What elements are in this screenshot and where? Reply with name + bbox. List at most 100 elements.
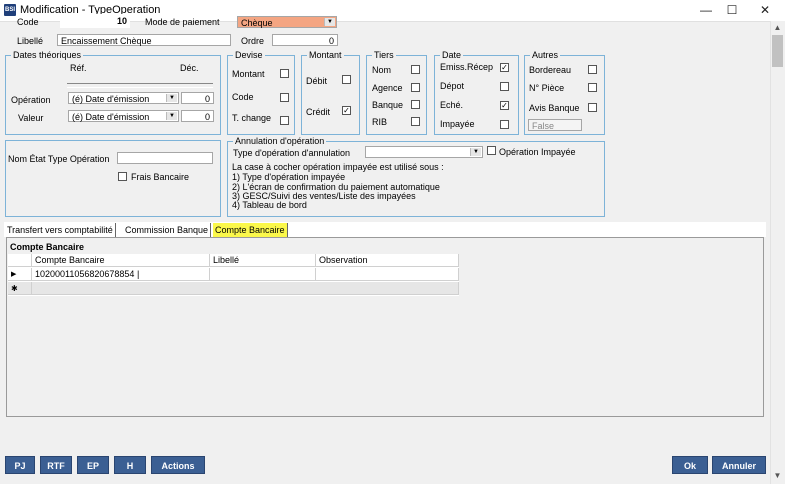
eche-label: Eché. <box>440 100 464 110</box>
devise-code-checkbox[interactable] <box>280 93 289 102</box>
minimize-button[interactable]: — <box>693 1 719 20</box>
tiers-agence-checkbox[interactable] <box>411 83 420 92</box>
dec-header: Déc. <box>180 63 199 73</box>
bordereau-label: Bordereau <box>529 65 572 75</box>
libelle-label: Libellé <box>17 36 44 46</box>
maximize-button[interactable]: ☐ <box>719 1 745 20</box>
impayee-checkbox[interactable] <box>500 120 509 129</box>
valeur-date-value: (é) Date d'émission <box>72 112 150 122</box>
devise-tchange-label: T. change <box>232 113 272 123</box>
tiers-banque-checkbox[interactable] <box>411 100 420 109</box>
devise-title: Devise <box>233 50 265 60</box>
chevron-down-icon[interactable]: ▼ <box>166 112 177 120</box>
rtf-button[interactable]: RTF <box>40 456 72 474</box>
tab-commission-banque[interactable]: Commission Banque <box>123 223 212 237</box>
chevron-down-icon[interactable]: ▼ <box>324 18 335 26</box>
debit-checkbox[interactable] <box>342 75 351 84</box>
devise-montant-checkbox[interactable] <box>280 69 289 78</box>
valeur-dec-input[interactable]: 0 <box>181 110 214 122</box>
credit-label: Crédit <box>306 107 331 117</box>
montant-group: Montant <box>301 50 360 135</box>
type-annulation-label: Type d'opération d'annulation <box>233 148 351 158</box>
frais-bancaire-checkbox[interactable] <box>118 172 127 181</box>
impayee-label: Impayée <box>440 119 475 129</box>
tiers-nom-label: Nom <box>372 65 392 75</box>
devise-tchange-checkbox[interactable] <box>280 116 289 125</box>
credit-checkbox[interactable]: ✓ <box>342 106 351 115</box>
tab-strip <box>4 222 766 237</box>
column-observation[interactable]: Observation <box>316 254 459 267</box>
depot-label: Dépot <box>440 81 465 91</box>
avis-banque-checkbox[interactable] <box>588 103 597 112</box>
tiers-rib-label: RIB <box>372 117 388 127</box>
npiece-checkbox[interactable] <box>588 83 597 92</box>
pj-button[interactable]: PJ <box>5 456 35 474</box>
code-label: Code <box>17 17 39 27</box>
table-row-compte[interactable]: 10200011056820678854 | <box>32 268 210 281</box>
depot-checkbox[interactable] <box>500 82 509 91</box>
npiece-label: N° Pièce <box>529 83 565 93</box>
row-selector-icon[interactable]: ▶ <box>8 268 32 281</box>
valeur-date-select[interactable]: (é) Date d'émission ▼ <box>68 110 179 122</box>
column-compte-bancaire[interactable]: Compte Bancaire <box>32 254 210 267</box>
column-libelle[interactable]: Libellé <box>210 254 316 267</box>
chevron-down-icon[interactable]: ▼ <box>470 148 481 156</box>
tab-transfert-comptabilite[interactable]: Transfert vers comptabilité <box>5 223 116 237</box>
autres-title: Autres <box>530 50 561 60</box>
chevron-down-icon[interactable]: ▼ <box>166 94 177 102</box>
table-row-observation[interactable] <box>316 268 459 281</box>
annulation-item-4: 4) Tableau de bord <box>232 200 307 210</box>
annulation-title: Annulation d'opération <box>233 136 327 146</box>
grid-corner <box>8 254 32 267</box>
new-row-icon[interactable]: ✱ <box>8 282 32 295</box>
h-button[interactable]: H <box>114 456 146 474</box>
emiss-recep-checkbox[interactable]: ✓ <box>500 63 509 72</box>
scroll-up-icon[interactable]: ▲ <box>770 22 785 34</box>
tiers-title: Tiers <box>372 50 396 60</box>
annulation-note: La case à cocher opération impayée est u… <box>232 162 444 172</box>
autres-false-field: False <box>528 119 582 131</box>
vertical-scrollbar[interactable] <box>770 21 785 484</box>
ok-button[interactable]: Ok <box>672 456 708 474</box>
tiers-nom-checkbox[interactable] <box>411 65 420 74</box>
tiers-rib-checkbox[interactable] <box>411 117 420 126</box>
frais-bancaire-label: Frais Bancaire <box>131 172 190 182</box>
new-row[interactable] <box>32 282 459 295</box>
mode-paiement-select[interactable]: Chèque ▼ <box>237 16 337 28</box>
table-row-libelle[interactable] <box>210 268 316 281</box>
ordre-input[interactable]: 0 <box>272 34 338 46</box>
header-separator <box>67 83 213 88</box>
type-annulation-select[interactable]: ▼ <box>365 146 483 158</box>
bordereau-checkbox[interactable] <box>588 65 597 74</box>
eche-checkbox[interactable]: ✓ <box>500 101 509 110</box>
devise-code-label: Code <box>232 92 254 102</box>
montant-title: Montant <box>307 50 344 60</box>
operation-date-value: (é) Date d'émission <box>72 94 150 104</box>
debit-label: Débit <box>306 76 328 86</box>
code-field[interactable]: 10 <box>60 14 130 28</box>
ep-button[interactable]: EP <box>77 456 109 474</box>
operation-impayee-checkbox[interactable] <box>487 146 496 155</box>
annulation-item-1: 1) Type d'opération impayée <box>232 172 346 182</box>
scroll-down-icon[interactable]: ▼ <box>770 470 785 482</box>
mode-paiement-label: Mode de paiement <box>145 17 220 27</box>
ordre-label: Ordre <box>241 36 265 46</box>
close-button[interactable]: ✕ <box>752 1 778 20</box>
tab-compte-bancaire[interactable]: Compte Bancaire <box>213 223 288 237</box>
operation-impayee-label: Opération Impayée <box>499 147 576 157</box>
app-icon: BSI <box>4 4 16 16</box>
actions-button[interactable]: Actions <box>151 456 205 474</box>
date-title: Date <box>440 50 464 60</box>
scroll-thumb[interactable] <box>772 35 783 67</box>
devise-montant-label: Montant <box>232 69 265 79</box>
operation-label: Opération <box>11 95 51 105</box>
valeur-label: Valeur <box>18 113 44 123</box>
operation-dec-input[interactable]: 0 <box>181 92 214 104</box>
grid-title: Compte Bancaire <box>10 242 85 252</box>
operation-date-select[interactable]: (é) Date d'émission ▼ <box>68 92 179 104</box>
annuler-button[interactable]: Annuler <box>712 456 766 474</box>
tiers-agence-label: Agence <box>372 83 403 93</box>
emiss-recep-label: Emiss.Récep <box>440 62 494 72</box>
nom-etat-input[interactable] <box>117 152 213 164</box>
libelle-input[interactable]: Encaissement Chèque <box>57 34 231 46</box>
